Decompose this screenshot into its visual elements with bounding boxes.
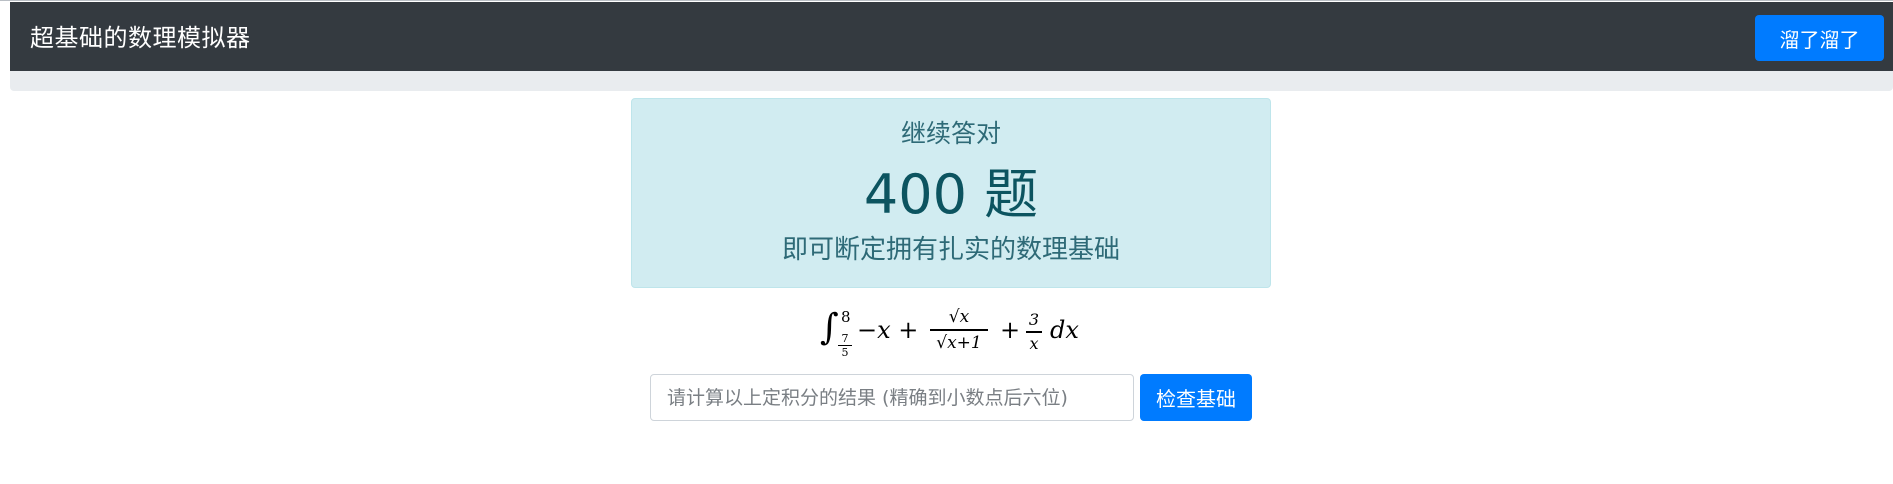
info-line-conclusion: 即可断定拥有扎实的数理基础 [781, 235, 1120, 265]
navbar-underlay [10, 71, 1893, 91]
navbar: 超基础的数理模拟器 溜了溜了 [10, 2, 1893, 71]
info-line-continue: 继续答对 [900, 119, 1001, 148]
sqrt-fraction-bar [930, 329, 988, 331]
page-frame: 超基础的数理模拟器 溜了溜了 继续答对 400 题 即可断定拥有扎实的数理基础 … [0, 0, 1893, 484]
formula-sqrt-fraction: √x √x+1 [930, 306, 988, 354]
formula-plus: + [1000, 316, 1021, 344]
lower-limit-numerator: 7 [841, 332, 849, 345]
reciprocal-fraction-bar [1026, 331, 1042, 333]
sqrt-fraction-numerator: √x [948, 307, 970, 327]
formula-term-neg-x: −x + [857, 316, 919, 344]
check-basics-button[interactable]: 检查基础 [1140, 374, 1252, 421]
integral-formula: ∫ 8 7 5 −x + √x √x+1 + 3 x dx [820, 306, 1080, 362]
reciprocal-denominator: x [1029, 333, 1039, 353]
navbar-brand[interactable]: 超基础的数理模拟器 [30, 22, 251, 54]
sqrt-fraction-denominator: √x+1 [936, 332, 982, 353]
reciprocal-numerator: 3 [1028, 310, 1040, 329]
leave-button[interactable]: 溜了溜了 [1755, 15, 1884, 61]
lower-limit-denominator: 5 [841, 346, 849, 359]
integral-upper-limit: 8 [841, 308, 851, 326]
integral-lower-limit: 7 5 [838, 333, 852, 358]
info-alert: 继续答对 400 题 即可断定拥有扎实的数理基础 [631, 98, 1271, 288]
formula-reciprocal-fraction: 3 x [1026, 310, 1042, 354]
answer-input[interactable] [650, 374, 1134, 421]
formula-differential: dx [1050, 316, 1079, 344]
integral-sign: ∫ [820, 307, 839, 348]
question-count: 400 题 [863, 163, 1039, 226]
